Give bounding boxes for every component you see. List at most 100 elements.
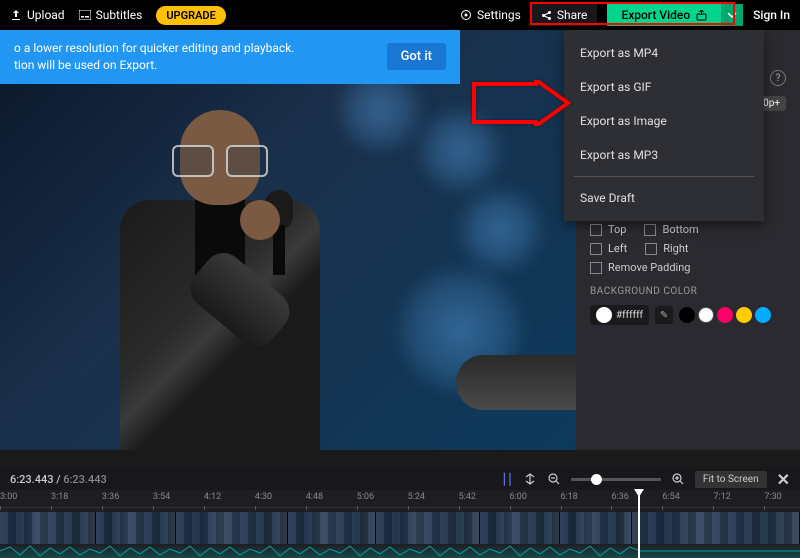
playhead[interactable]	[638, 490, 640, 558]
share-label: Share	[557, 8, 588, 22]
padding-right-checkbox[interactable]: Right	[645, 242, 688, 255]
export-gif-option[interactable]: Export as GIF	[564, 70, 764, 104]
padding-right-label: Right	[663, 242, 688, 255]
export-image-option[interactable]: Export as Image	[564, 104, 764, 138]
stage-light-decor	[460, 190, 540, 270]
export-dropdown-menu: Export as MP4 Export as GIF Export as Im…	[564, 30, 764, 221]
settings-label: Settings	[477, 8, 521, 22]
zoom-slider-knob[interactable]	[591, 474, 602, 485]
zoom-slider[interactable]	[571, 478, 661, 481]
export-mp3-option[interactable]: Export as MP3	[564, 138, 764, 172]
export-video-button[interactable]: Export Video	[607, 4, 721, 26]
timeline[interactable]: 3:003:183:363:544:124:304:485:065:245:42…	[0, 490, 800, 558]
padding-top-checkbox[interactable]: Top	[590, 223, 626, 236]
split-icon[interactable]: ⎮⎮	[501, 473, 512, 486]
topbar-right: Settings Share Export Video Sign In	[460, 4, 790, 26]
ruler-tick: 6:54	[662, 492, 679, 502]
audio-waveform[interactable]	[0, 544, 800, 558]
subtitles-label: Subtitles	[96, 8, 143, 22]
padding-bottom-label: Bottom	[662, 223, 698, 236]
share-icon	[541, 10, 552, 21]
ruler-tick: 4:30	[255, 492, 272, 502]
upload-icon	[10, 9, 22, 21]
video-clip[interactable]	[632, 512, 800, 544]
notice-line1: o a lower resolution for quicker editing…	[14, 40, 294, 57]
ruler-tick: 3:54	[153, 492, 170, 502]
video-subject	[80, 70, 360, 450]
remove-padding-label: Remove Padding	[608, 261, 690, 274]
ruler-tick: 5:24	[408, 492, 425, 502]
bgcolor-label: BACKGROUND COLOR	[590, 286, 786, 297]
stage-light-decor	[420, 110, 500, 190]
video-clip[interactable]	[376, 512, 480, 544]
color-swatches	[679, 307, 771, 323]
ruler-tick: 7:30	[764, 492, 781, 502]
video-clip[interactable]	[560, 512, 632, 544]
video-clip[interactable]	[96, 512, 176, 544]
ruler-tick: 6:00	[510, 492, 527, 502]
ruler-tick: 5:06	[357, 492, 374, 502]
subtitles-button[interactable]: Subtitles	[79, 8, 143, 22]
help-icon[interactable]: ?	[770, 70, 786, 86]
fit-to-screen-button[interactable]: Fit to Screen	[695, 471, 767, 488]
total-time: 6:23.443	[63, 473, 106, 486]
ruler-tick: 4:12	[204, 492, 221, 502]
close-timeline-button[interactable]: ✕	[777, 470, 790, 489]
swatch-white[interactable]	[698, 307, 714, 323]
eyedropper-icon: ✎	[660, 310, 668, 321]
video-preview[interactable]	[0, 30, 576, 450]
save-draft-option[interactable]: Save Draft	[564, 181, 764, 215]
ruler-tick: 3:00	[0, 492, 17, 502]
zoom-in-icon[interactable]	[671, 472, 685, 486]
ruler-tick: 6:36	[611, 492, 628, 502]
eyedropper-button[interactable]: ✎	[655, 306, 673, 324]
swatch-pink[interactable]	[717, 307, 733, 323]
bgcolor-input[interactable]: #ffffff	[590, 305, 649, 325]
swatch-blue[interactable]	[755, 307, 771, 323]
swatch-black[interactable]	[679, 307, 695, 323]
settings-button[interactable]: Settings	[460, 8, 521, 22]
gotit-button[interactable]: Got it	[387, 43, 446, 70]
swatch-yellow[interactable]	[736, 307, 752, 323]
remove-padding-checkbox[interactable]: Remove Padding	[590, 261, 690, 274]
playback-bar: 6:23.443 / 6:23.443 ⎮⎮ Fit to Screen ✕	[0, 468, 800, 490]
video-clip[interactable]	[0, 512, 96, 544]
padding-bottom-checkbox[interactable]: Bottom	[644, 223, 698, 236]
video-subject-arm	[456, 355, 576, 410]
video-clip[interactable]	[176, 512, 288, 544]
time-display: 6:23.443 / 6:23.443	[10, 473, 107, 486]
timeline-ruler[interactable]: 3:003:183:363:544:124:304:485:065:245:42…	[0, 490, 800, 508]
padding-left-label: Left	[608, 242, 627, 255]
export-mp4-option[interactable]: Export as MP4	[564, 36, 764, 70]
bgcolor-current-swatch	[596, 307, 612, 323]
subtitles-icon	[79, 10, 91, 20]
export-label: Export Video	[621, 8, 690, 22]
zoom-out-icon[interactable]	[547, 472, 561, 486]
snap-icon[interactable]	[523, 472, 537, 486]
ruler-tick: 4:48	[306, 492, 323, 502]
gear-icon	[460, 9, 472, 21]
export-dropdown-toggle[interactable]	[721, 4, 743, 26]
padding-left-checkbox[interactable]: Left	[590, 242, 627, 255]
export-icon	[696, 10, 707, 21]
ruler-tick: 3:36	[102, 492, 119, 502]
dropdown-separator	[574, 176, 754, 177]
video-clip[interactable]	[480, 512, 560, 544]
top-toolbar: Upload Subtitles UPGRADE Settings Share …	[0, 0, 800, 30]
ruler-tick: 3:18	[51, 492, 68, 502]
notice-text: o a lower resolution for quicker editing…	[14, 40, 294, 74]
signin-button[interactable]: Sign In	[753, 8, 790, 22]
upload-button[interactable]: Upload	[10, 8, 65, 22]
video-clip[interactable]	[288, 512, 376, 544]
ruler-tick: 6:18	[561, 492, 578, 502]
resolution-notice: o a lower resolution for quicker editing…	[0, 30, 460, 84]
chevron-down-icon	[727, 12, 737, 18]
share-button[interactable]: Share	[531, 4, 598, 26]
notice-line2: tion will be used on Export.	[14, 57, 294, 74]
export-group: Export Video	[607, 4, 743, 26]
padding-top-label: Top	[608, 223, 626, 236]
current-time: 6:23.443	[10, 473, 53, 486]
video-track[interactable]	[0, 512, 800, 544]
upload-label: Upload	[27, 8, 65, 22]
upgrade-button[interactable]: UPGRADE	[156, 6, 225, 25]
